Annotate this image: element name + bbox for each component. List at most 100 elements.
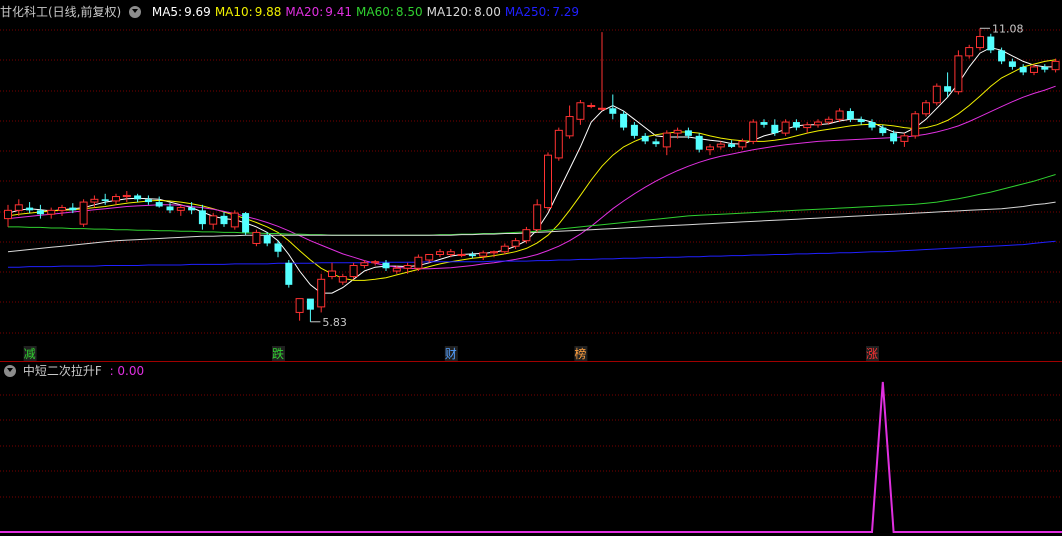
candle-body[interactable] <box>176 207 185 211</box>
candle-body[interactable] <box>706 146 714 151</box>
candle-body[interactable] <box>490 251 498 254</box>
candle-body[interactable] <box>188 207 196 211</box>
candle-body[interactable] <box>932 85 941 104</box>
candle-body[interactable] <box>403 265 412 269</box>
candle-body[interactable] <box>122 194 131 198</box>
candle-body[interactable] <box>760 122 768 125</box>
candle-body[interactable] <box>242 213 250 233</box>
candle-body[interactable] <box>1008 61 1016 67</box>
candle-body[interactable] <box>911 113 920 137</box>
event-marker[interactable]: 财 <box>445 347 457 361</box>
candle-body[interactable] <box>295 298 304 313</box>
candle-body[interactable] <box>155 202 163 207</box>
candle-body[interactable] <box>576 102 585 120</box>
candle-body[interactable] <box>166 206 174 211</box>
candle-body[interactable] <box>371 261 380 264</box>
event-marker[interactable]: 跌 <box>272 346 284 361</box>
candle-body[interactable] <box>285 262 293 285</box>
candle-body[interactable] <box>598 107 606 110</box>
candle-body[interactable] <box>230 212 239 228</box>
dropdown-circle-icon[interactable] <box>129 6 142 18</box>
candle-body[interactable] <box>425 253 434 261</box>
candlestick-chart[interactable]: 11.08 5.83 减 跌 财 榜 涨 <box>0 0 1062 536</box>
candle-body[interactable] <box>803 124 812 129</box>
candle-body[interactable] <box>771 124 779 134</box>
candle-body[interactable] <box>824 118 833 123</box>
candle-body[interactable] <box>716 143 725 148</box>
candle-body[interactable] <box>641 135 649 142</box>
candle-body[interactable] <box>835 110 844 120</box>
candle-body[interactable] <box>4 209 12 220</box>
candle-body[interactable] <box>662 132 671 148</box>
candle-body[interactable] <box>382 262 390 269</box>
candle-body[interactable] <box>328 270 336 278</box>
candle-body[interactable] <box>781 121 790 134</box>
candle-body[interactable] <box>944 86 952 92</box>
event-marker[interactable]: 涨 <box>866 346 878 361</box>
candle-body[interactable] <box>695 135 703 150</box>
candle-body[interactable] <box>101 199 109 201</box>
candle-body[interactable] <box>446 251 455 255</box>
candle-body[interactable] <box>112 196 120 202</box>
candle-body[interactable] <box>728 144 736 147</box>
candle-body[interactable] <box>414 256 423 269</box>
candle-body[interactable] <box>220 215 228 225</box>
candle-body[interactable] <box>436 251 444 255</box>
candle-body[interactable] <box>587 105 596 108</box>
candle-body[interactable] <box>274 243 282 252</box>
event-marker[interactable]: 减 <box>24 347 36 361</box>
candle-body[interactable] <box>609 108 617 114</box>
indicator-dropdown-icon[interactable] <box>4 365 16 377</box>
candle-body[interactable] <box>198 210 206 225</box>
candle-body[interactable] <box>868 122 876 128</box>
candle-body[interactable] <box>14 204 23 211</box>
candle-body[interactable] <box>1051 60 1060 71</box>
candle-body[interactable] <box>58 207 66 211</box>
stock-name[interactable]: 甘化科工(日线,前复权) <box>0 2 121 22</box>
candle-body[interactable] <box>890 133 898 142</box>
candle-body[interactable] <box>846 111 854 120</box>
candle-body[interactable] <box>922 102 930 115</box>
candle-body[interactable] <box>360 262 369 267</box>
candle-body[interactable] <box>479 252 488 257</box>
candle-body[interactable] <box>511 240 520 247</box>
candle-body[interactable] <box>792 122 800 128</box>
candle-body[interactable] <box>36 210 44 215</box>
candle-body[interactable] <box>900 135 909 142</box>
candle-body[interactable] <box>134 195 142 200</box>
candle-body[interactable] <box>1030 66 1038 73</box>
candle-body[interactable] <box>144 199 152 203</box>
candle-body[interactable] <box>338 276 347 283</box>
candle-body[interactable] <box>544 154 552 209</box>
candle-body[interactable] <box>673 129 682 134</box>
candle-body[interactable] <box>317 278 326 308</box>
candle-body[interactable] <box>1019 66 1027 73</box>
candle-body[interactable] <box>79 201 88 225</box>
candle-body[interactable] <box>306 298 314 310</box>
candle-body[interactable] <box>349 265 358 278</box>
candle-body[interactable] <box>90 198 99 203</box>
candle-body[interactable] <box>468 254 476 257</box>
candle-body[interactable] <box>554 129 563 159</box>
candle-body[interactable] <box>533 204 542 231</box>
candle-body[interactable] <box>684 130 692 136</box>
candle-body[interactable] <box>738 140 747 148</box>
candle-body[interactable] <box>879 127 887 134</box>
candle-body[interactable] <box>620 113 628 128</box>
candle-body[interactable] <box>749 121 758 142</box>
candle-body[interactable] <box>47 209 56 215</box>
candle-body[interactable] <box>26 207 34 211</box>
candle-body[interactable] <box>522 229 531 242</box>
candle-body[interactable] <box>857 119 865 123</box>
candle-body[interactable] <box>976 36 984 49</box>
candle-body[interactable] <box>998 50 1006 62</box>
candle-body[interactable] <box>814 121 822 126</box>
candle-body[interactable] <box>500 245 509 253</box>
indicator-name[interactable]: 中短二次拉升F <box>23 362 102 380</box>
candle-body[interactable] <box>565 116 574 137</box>
candle-body[interactable] <box>209 215 218 225</box>
candle-body[interactable] <box>457 253 466 256</box>
event-marker[interactable]: 榜 <box>574 346 586 361</box>
candle-body[interactable] <box>965 47 974 57</box>
candle-body[interactable] <box>1041 66 1049 70</box>
